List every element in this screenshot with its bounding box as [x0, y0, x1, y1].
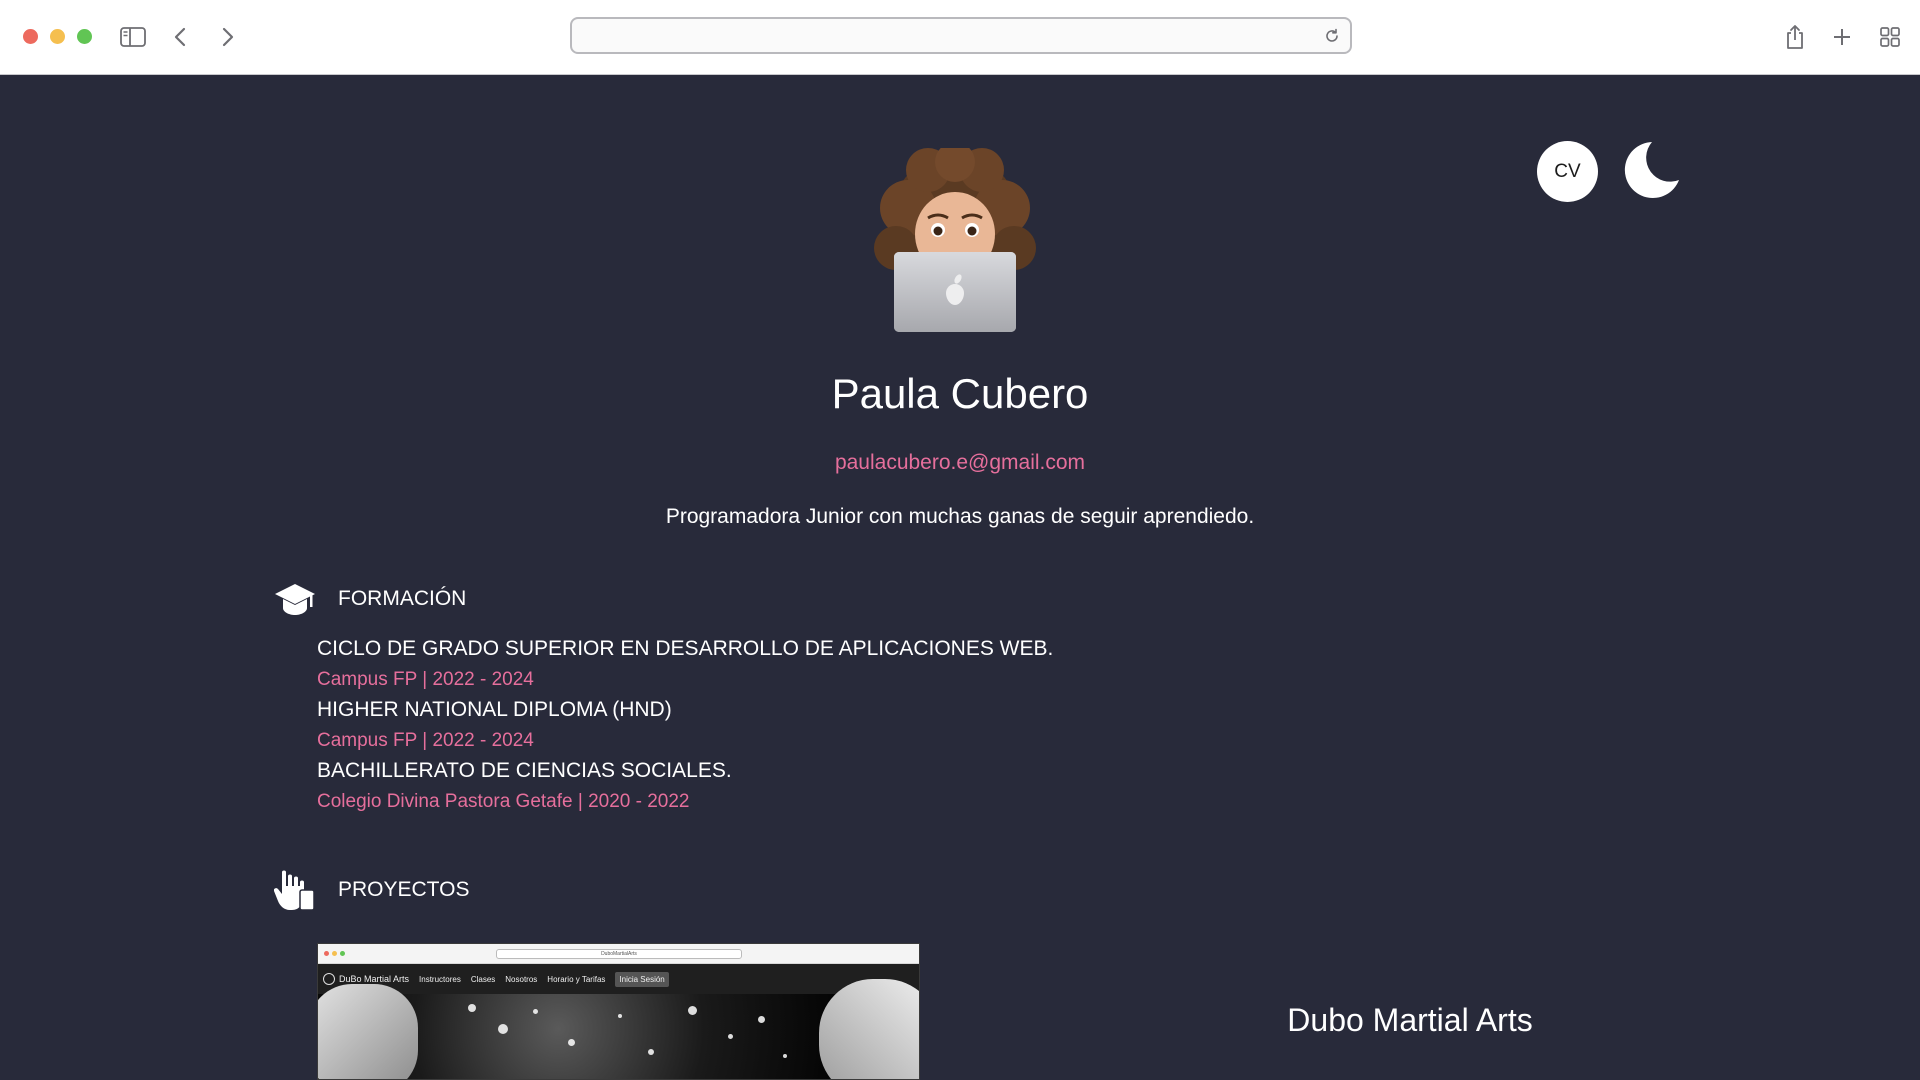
- avatar: [858, 142, 1052, 334]
- thumbnail-minimize-dot: [332, 951, 337, 956]
- email-link[interactable]: paulacubero.e@gmail.com: [0, 451, 1920, 475]
- school-dates: Campus FP | 2022 - 2024: [317, 669, 534, 690]
- thumbnail-glove-left: [318, 984, 418, 1079]
- sparkle: [688, 1006, 697, 1015]
- thumbnail-brand-name: DuBo Martial Arts: [339, 974, 410, 984]
- forward-arrow-icon[interactable]: [213, 22, 243, 52]
- proyectos-title: PROYECTOS: [338, 878, 470, 901]
- new-tab-icon[interactable]: [1827, 22, 1857, 52]
- school-dates: Colegio Divina Pastora Getafe | 2020 - 2…: [317, 791, 690, 812]
- tab-overview-icon[interactable]: [1875, 22, 1905, 52]
- thumbnail-login-button: Inicia Sesión: [615, 971, 669, 987]
- degree-title: CICLO DE GRADO SUPERIOR EN DESARROLLO DE…: [317, 637, 1054, 660]
- zoom-window-button[interactable]: [77, 29, 92, 44]
- profile-name: Paula Cubero: [831, 370, 1089, 417]
- education-list: CICLO DE GRADO SUPERIOR EN DESARROLLO DE…: [317, 634, 1217, 817]
- degree-title: HIGHER NATIONAL DIPLOMA (HND): [317, 698, 672, 721]
- list-item: BACHILLERATO DE CIENCIAS SOCIALES. Coleg…: [317, 756, 1217, 817]
- school-dates: Campus FP | 2022 - 2024: [317, 730, 534, 751]
- profile-bio: Programadora Junior con muchas ganas de …: [665, 505, 1255, 528]
- sparkle: [568, 1039, 575, 1046]
- share-icon[interactable]: [1780, 22, 1810, 52]
- thumbnail-nav-item: Instructores: [419, 974, 461, 984]
- back-arrow-icon[interactable]: [165, 22, 195, 52]
- brand-logo-icon: [323, 973, 335, 985]
- moon-icon[interactable]: [1622, 140, 1680, 200]
- sparkle: [783, 1054, 787, 1058]
- minimize-window-button[interactable]: [50, 29, 65, 44]
- sparkle: [468, 1004, 476, 1012]
- thumbnail-glove-right: [819, 979, 919, 1079]
- sparkle: [618, 1014, 622, 1018]
- address-bar[interactable]: [570, 17, 1352, 54]
- close-window-button[interactable]: [23, 29, 38, 44]
- sparkle: [498, 1024, 508, 1034]
- thumbnail-close-dot: [324, 951, 329, 956]
- reload-icon[interactable]: [1322, 26, 1342, 46]
- list-item: HIGHER NATIONAL DIPLOMA (HND) Campus FP …: [317, 695, 1217, 756]
- thumbnail-url: DuboMartialArts: [496, 949, 742, 959]
- thumbnail-browser-bar: DuboMartialArts: [318, 944, 919, 964]
- hand-pointer-icon: [273, 868, 316, 911]
- sidebar-toggle-icon[interactable]: [118, 22, 148, 52]
- thumbnail-nav-item: Horario y Tarifas: [547, 974, 606, 984]
- thumbnail-zoom-dot: [340, 951, 345, 956]
- cv-download-button[interactable]: CV: [1537, 141, 1598, 202]
- thumbnail-nav-item: Clases: [470, 974, 496, 984]
- project-thumbnail[interactable]: DuboMartialArts DuBo Martial Arts Instru…: [317, 943, 920, 1080]
- formacion-title: FORMACIÓN: [338, 587, 467, 610]
- degree-title: BACHILLERATO DE CIENCIAS SOCIALES.: [317, 759, 732, 782]
- sparkle: [758, 1016, 765, 1023]
- browser-toolbar: [0, 0, 1920, 75]
- sparkle: [728, 1034, 733, 1039]
- sparkle: [648, 1049, 654, 1055]
- thumbnail-nav: DuBo Martial Arts Instructores Clases No…: [318, 964, 919, 994]
- thumbnail-hero-image: [318, 979, 919, 1079]
- project-title[interactable]: Dubo Martial Arts: [1100, 1002, 1720, 1039]
- thumbnail-nav-item: Nosotros: [505, 974, 538, 984]
- list-item: CICLO DE GRADO SUPERIOR EN DESARROLLO DE…: [317, 634, 1217, 695]
- sparkle: [533, 1009, 538, 1014]
- graduation-cap-icon: [274, 578, 316, 620]
